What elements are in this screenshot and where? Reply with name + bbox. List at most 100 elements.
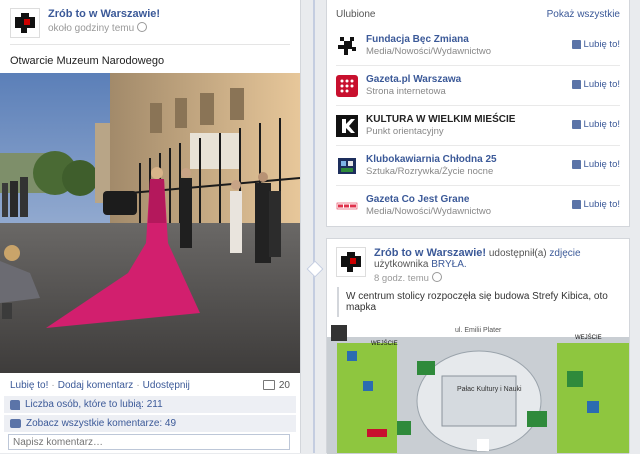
liked-page-category: Sztuka/Rozrywka/Życie nocne [366, 166, 494, 177]
post-actions: Lubię to! · Dodaj komentarz · Udostępnij… [0, 376, 300, 394]
comment-count[interactable]: 20 [262, 379, 290, 391]
comments-icon [10, 419, 21, 428]
liked-page-info: Gazeta Co Jest Grane Media/Nowości/Wydaw… [366, 194, 491, 217]
entrance-label: WEJŚCIE [371, 339, 398, 347]
liked-page-info: Fundacja Bęc Zmiana Media/Nowości/Wydawn… [366, 34, 491, 57]
liked-page-name[interactable]: Gazeta.pl Warszawa [366, 74, 461, 85]
becz-icon[interactable] [336, 35, 358, 57]
view-all-comments-link[interactable]: Zobacz wszystkie komentarze: 49 [26, 418, 176, 429]
likes-count-link[interactable]: Liczba osób, które to lubią: 211 [25, 399, 163, 410]
like-page-button[interactable]: Lubię to! [571, 79, 620, 90]
page-name-link[interactable]: Zrób to w Warszawie! [48, 8, 160, 20]
post-header-text: Zrób to w Warszawie! około godziny temu [48, 8, 160, 34]
shared-post-title: Zrób to w Warszawie! udostępnił(a) zdjęc… [374, 247, 620, 270]
thumbs-up-icon [571, 120, 581, 129]
like-page-button[interactable]: Lubię to! [571, 119, 620, 130]
page-logo-accent [350, 258, 356, 264]
liked-page-name[interactable]: Gazeta Co Jest Grane [366, 194, 491, 205]
photo-link[interactable]: zdjęcie [549, 248, 580, 259]
map-icon-tram [331, 325, 347, 341]
liked-pages-list: Fundacja Bęc Zmiana Media/Nowości/Wydawn… [327, 26, 629, 225]
shared-map-image[interactable]: ul. Emilii Plater Pałac Kultury i Nauki … [327, 321, 629, 454]
like-page-button[interactable]: Lubię to! [571, 159, 620, 170]
thumbs-up-icon [571, 40, 581, 49]
palace-label: Pałac Kultury i Nauki [457, 386, 522, 393]
page-avatar[interactable] [336, 247, 366, 277]
liked-page-item: Fundacja Bęc Zmiana Media/Nowości/Wydawn… [336, 26, 620, 66]
liked-page-category: Media/Nowości/Wydawnictwo [366, 46, 492, 57]
shared-post-header: Zrób to w Warszawie! udostępnił(a) zdjęc… [327, 239, 629, 284]
fan-zone-map: ul. Emilii Plater Pałac Kultury i Nauki … [327, 321, 629, 454]
liked-page-category: Strona internetowa [366, 86, 446, 97]
user-text: użytkownika [374, 259, 429, 270]
see-all-link[interactable]: Pokaż wszystkie [547, 9, 620, 20]
post-timestamp[interactable]: około godziny temu [48, 22, 160, 34]
likes-summary: Liczba osób, które to lubią: 211 [4, 396, 296, 413]
separator: · [136, 379, 140, 391]
like-page-label: Lubię to! [583, 159, 620, 170]
shared-post-card: Zrób to w Warszawie! udostępnił(a) zdjęc… [326, 238, 630, 454]
globe-icon [137, 22, 148, 32]
globe-icon [431, 272, 442, 282]
likes-box: Ulubione Pokaż wszystkie Fundacja Bęc Zm… [326, 0, 630, 227]
becz-logo-svg [338, 36, 356, 55]
palace-label-text: Pałac Kultury i Nauki [457, 386, 522, 393]
gazeta-icon[interactable] [336, 74, 358, 97]
post-timestamp[interactable]: 8 godz. temu [374, 272, 620, 284]
shared-message: W centrum stolicy rozpoczęła się budowa … [337, 287, 626, 317]
like-page-button[interactable]: Lubię to! [571, 39, 620, 50]
like-page-label: Lubię to! [583, 119, 620, 130]
cojestgrane-icon[interactable] [336, 194, 358, 217]
cojestgrane-logo-svg [336, 194, 358, 217]
thumbs-up-icon [10, 399, 20, 410]
entrance-label: WEJŚCIE [575, 333, 602, 341]
like-link[interactable]: Lubię to! [10, 380, 48, 391]
post-photo[interactable] [0, 73, 300, 373]
liked-page-name[interactable]: Klubokawiarnia Chłodna 25 [366, 154, 497, 165]
like-page-label: Lubię to! [583, 199, 620, 210]
comment-count-value: 20 [278, 379, 290, 391]
like-page-label: Lubię to! [583, 79, 620, 90]
view-comments: Zobacz wszystkie komentarze: 49 [4, 415, 296, 432]
museum-opening-photo [0, 73, 300, 373]
liked-page-info: Gazeta.pl Warszawa Strona internetowa [366, 74, 461, 97]
comment-icon [262, 380, 275, 390]
like-page-button[interactable]: Lubię to! [571, 199, 620, 210]
like-page-label: Lubię to! [583, 39, 620, 50]
comment-input[interactable] [8, 434, 290, 450]
add-comment-link[interactable]: Dodaj komentarz [58, 380, 134, 391]
timeline-marker [306, 260, 324, 278]
street-label: ul. Emilii Plater [455, 327, 502, 334]
liked-page-item: Klubokawiarnia Chłodna 25 Sztuka/Rozrywk… [336, 146, 620, 186]
liked-page-name[interactable]: Fundacja Bęc Zmiana [366, 34, 491, 45]
timeline-line [313, 0, 315, 453]
share-link[interactable]: Udostępnij [143, 380, 190, 391]
kwwm-icon[interactable] [336, 114, 358, 137]
shared-text: udostępnił(a) [488, 248, 547, 259]
liked-page-info: KULTURA W WIELKIM MIEŚCIE Punkt orientac… [366, 114, 515, 137]
liked-page-info: Klubokawiarnia Chłodna 25 Sztuka/Rozrywk… [366, 154, 497, 177]
liked-page-name[interactable]: KULTURA W WIELKIM MIEŚCIE [366, 114, 515, 125]
thumbs-up-icon [571, 200, 581, 209]
separator: · [51, 379, 55, 391]
thumbs-up-icon [571, 160, 581, 169]
user-link[interactable]: BRYŁA. [431, 259, 466, 270]
thumbs-up-icon [571, 80, 581, 89]
liked-page-item: Gazeta Co Jest Grane Media/Nowości/Wydaw… [336, 186, 620, 225]
chlodna-icon[interactable] [336, 154, 358, 177]
shared-post-header-text: Zrób to w Warszawie! udostępnił(a) zdjęc… [374, 247, 620, 284]
likes-box-header: Ulubione Pokaż wszystkie [327, 0, 629, 20]
post-time-text[interactable]: 8 godz. temu [374, 273, 429, 284]
chlodna-logo-svg [336, 154, 358, 177]
page-avatar[interactable] [10, 8, 40, 38]
page-logo-accent [24, 19, 30, 25]
liked-page-category: Media/Nowości/Wydawnictwo [366, 206, 492, 217]
page-name-link[interactable]: Zrób to w Warszawie! [374, 247, 486, 259]
photo-post-card: Zrób to w Warszawie! około godziny temu … [0, 0, 301, 453]
kwwm-logo-svg [336, 114, 358, 137]
post-time-text[interactable]: około godziny temu [48, 23, 134, 34]
likes-box-title: Ulubione [336, 9, 376, 20]
liked-page-category: Punkt orientacyjny [366, 126, 444, 137]
post-header: Zrób to w Warszawie! około godziny temu [0, 0, 300, 44]
gazeta-logo-svg [336, 74, 358, 97]
